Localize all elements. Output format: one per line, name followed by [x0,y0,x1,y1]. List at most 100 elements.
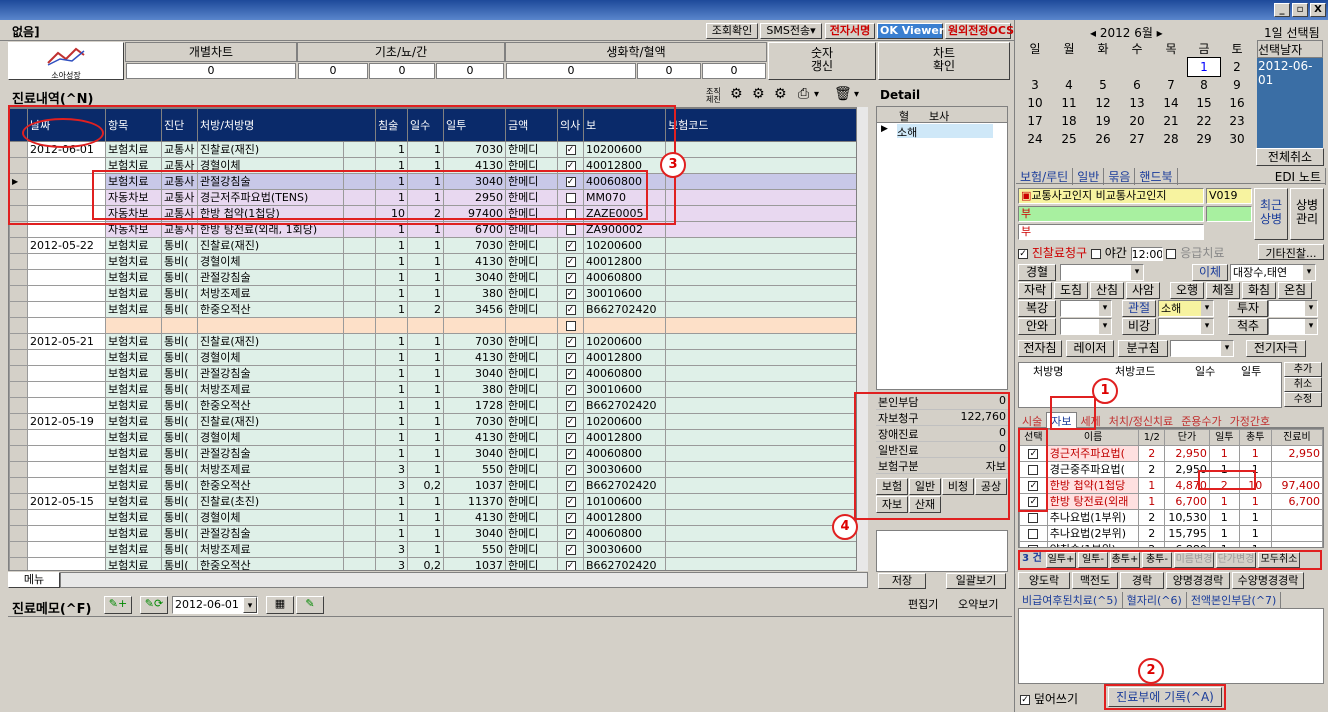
dropdown-icon[interactable]: ▾ [1131,265,1143,280]
calendar-day[interactable]: 27 [1120,130,1154,148]
claim-checkbox[interactable]: ✓ [1018,248,1028,259]
insurance-checkbox[interactable]: ✓ [565,560,576,570]
transfer-button[interactable]: 이체 [1192,264,1228,281]
jabo-checkbox[interactable] [1028,544,1039,547]
abdomen-field[interactable]: ▾ [1060,300,1112,317]
cell-check[interactable]: ✓ [557,253,584,270]
table-row[interactable]: 2012-05-19 보험치료 통비(진찰료(재진) 1 1 7030 한메디 ✓ 102006… [9,413,858,430]
view-confirm-button[interactable]: 조회확인 [706,23,758,39]
minute-button[interactable]: 분구침 [1118,340,1168,357]
insurance-checkbox[interactable]: ✓ [565,480,576,491]
memo-refresh-icon[interactable]: ✎⟳ [140,596,168,614]
cell-check[interactable]: ✓ [557,301,584,318]
cell-check[interactable]: ✓ [557,477,584,494]
cell-check[interactable]: ✓ [557,365,584,382]
recent-diagnosis-button[interactable]: 최근 상병 [1254,188,1288,240]
cell-check[interactable]: ✓ [557,269,584,286]
rx-button-2[interactable]: 산침 [1090,282,1124,299]
rx-button-6[interactable]: 화침 [1242,282,1276,299]
calendar-day[interactable]: 5 [1086,76,1120,94]
insurance-checkbox[interactable]: ✓ [565,432,576,443]
calendar-day[interactable]: 13 [1120,94,1154,112]
insurance-checkbox[interactable] [565,320,576,331]
view2-link[interactable]: 오약보기 [958,596,998,612]
table-row[interactable]: 2012-05-15 보험치료 통비(진찰료(초진) 1 1 11370 한메디 ✓ 10100… [9,493,858,510]
spine-button[interactable]: 척추 [1228,318,1268,335]
dropdown-icon[interactable]: ▾ [1201,301,1213,316]
table-row[interactable]: 2012-05-21 보험치료 통비(진찰료(재진) 1 1 7030 한메디 ✓ 102006… [9,333,858,350]
calendar-day[interactable]: 26 [1086,130,1120,148]
time-field[interactable]: 12:00 [1130,246,1163,261]
table-row[interactable]: 보험치료 통비(한중오적산 1 2 3456 한메디 ✓ B662702420 [9,301,858,318]
minute-field[interactable]: ▾ [1170,340,1234,357]
detail-value[interactable]: 소해 [897,124,993,139]
diagnosis-manage-button[interactable]: 상병 관리 [1290,188,1324,240]
calendar-day[interactable]: 1 [1187,57,1221,77]
grid-header-10[interactable]: 보험코드 [665,108,858,142]
menu-button[interactable]: 메뉴 [8,572,60,588]
overwrite-checkbox[interactable]: ✓ [1020,694,1030,705]
cell-check[interactable]: ✓ [557,509,584,526]
table-row[interactable]: 보험치료 통비(경혈이체 1 1 4130 한메디 ✓ 40012800 [9,253,858,270]
tool-icon-3[interactable]: ⚙ [752,86,765,102]
night-checkbox[interactable] [1090,248,1101,259]
insurance-checkbox[interactable]: ✓ [565,512,576,523]
electro-button[interactable]: 전자침 [1018,340,1062,357]
calendar-day[interactable]: 16 [1220,94,1254,112]
dropdown-icon[interactable]: ▾ [1099,319,1111,334]
diagnosis-code[interactable]: V019 [1206,188,1252,204]
insurance-checkbox[interactable]: ✓ [565,448,576,459]
cell-check[interactable]: ✓ [557,381,584,398]
point-field[interactable]: 대장수,태연 ▾ [1230,264,1316,281]
tab-3[interactable]: 핸드북 [1135,168,1178,185]
jabo-checkbox[interactable] [1028,528,1039,539]
insurance-checkbox[interactable]: ✓ [565,352,576,363]
insurance-checkbox[interactable] [565,224,576,235]
table-row[interactable]: 보험치료 통비(한중오적산 3 0,2 1037 한메디 ✓ B662702420 [9,477,858,494]
memo-edit-icon[interactable]: ✎ [296,596,324,614]
calendar-day[interactable]: 24 [1018,130,1052,148]
calendar-month[interactable]: ◂ 2012 6월 ▸ [1090,24,1163,41]
insurance-checkbox[interactable]: ✓ [565,496,576,507]
insurance-checkbox[interactable]: ✓ [565,384,576,395]
view-all-button[interactable]: 일괄보기 [946,573,1006,589]
meridian-button[interactable]: 경혈 [1018,264,1056,281]
insurance-checkbox[interactable]: ✓ [565,240,576,251]
rx-button-7[interactable]: 온침 [1278,282,1312,299]
spine-field[interactable]: ▾ [1268,318,1318,335]
cell-check[interactable]: ✓ [557,237,584,254]
table-row[interactable]: 2012-05-22 보험치료 통비(진찰료(재진) 1 1 7030 한메디 ✓ 102006… [9,237,858,254]
calendar-day[interactable]: 20 [1120,112,1154,130]
eye-field[interactable]: ▾ [1060,318,1112,335]
insurance-checkbox[interactable]: ✓ [565,544,576,555]
calendar-day[interactable]: 8 [1188,76,1220,94]
procedure-tab-5[interactable]: 가정간호 [1226,413,1274,429]
jabo-row[interactable]: 추나요법(2부위) 2 15,795 1 1 [1019,525,1323,542]
table-row[interactable]: 보험치료 통비(경혈이체 1 1 4130 한메디 ✓ 40012800 [9,509,858,526]
cell-check[interactable] [557,317,584,334]
calendar-day[interactable] [1052,58,1086,76]
abdomen-button[interactable]: 복강 [1018,300,1056,317]
cancel-all-button[interactable]: 전체취소 [1256,148,1324,166]
joint-field[interactable]: 소해 ▾ [1158,300,1214,317]
dropdown-icon[interactable]: ▾ [1099,301,1111,316]
calendar-day[interactable]: 19 [1086,112,1120,130]
dropdown-icon[interactable]: ▾ [1305,319,1317,334]
table-row[interactable]: 보험치료 통비(처방조제료 1 1 380 한메디 ✓ 30010600 [9,285,858,302]
calendar-day[interactable]: 10 [1018,94,1052,112]
sub-code-1[interactable] [1206,206,1252,222]
estim-button[interactable]: 전기자극 [1246,340,1306,357]
calendar-day[interactable]: 15 [1188,94,1220,112]
cell-check[interactable]: ✓ [557,413,584,430]
minimize-button[interactable]: _ [1274,3,1290,17]
tab-4[interactable]: EDI 노트 [1271,168,1326,185]
jabo-row[interactable]: ✓ 한방 탕전료(외래 1 6,700 1 1 6,700 [1019,493,1323,510]
throw-button[interactable]: 투자 [1228,300,1268,317]
cell-check[interactable]: ✓ [557,493,584,510]
insurance-checkbox[interactable]: ✓ [565,272,576,283]
rx-button-5[interactable]: 체질 [1206,282,1240,299]
refresh-numbers-button[interactable]: 숫자 갱신 [768,42,876,80]
table-row[interactable]: 보험치료 통비(한중오적산 3 0,2 1037 한메디 ✓ B662702420 [9,557,858,570]
jabo-checkbox[interactable] [1028,512,1039,523]
memo-date-field[interactable]: 2012-06-01 ▾ [172,596,258,614]
